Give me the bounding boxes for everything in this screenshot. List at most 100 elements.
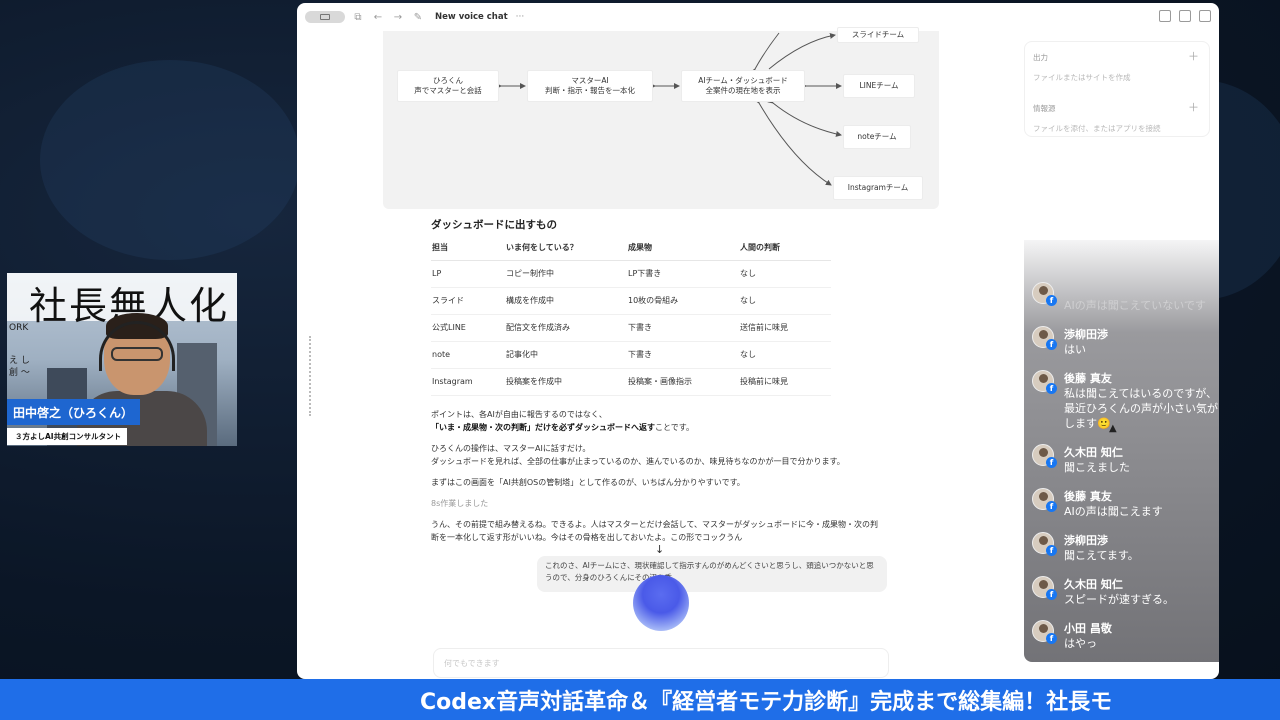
table-cell: Instagram [431, 368, 505, 396]
facebook-icon: f [1046, 589, 1057, 600]
table-header-cell: 担当 [431, 242, 505, 261]
comment-text: 聞こえてます。 [1064, 549, 1139, 562]
table-header-cell: いま何をしている？ [505, 242, 627, 261]
sidebar-toggle-button[interactable] [305, 11, 345, 23]
voice-orb-icon[interactable] [633, 575, 689, 631]
table-cell: 配信文を作成済み [505, 314, 627, 342]
webcam-small-text: ORK [9, 323, 29, 333]
mouse-cursor-icon: ▲ [1109, 423, 1117, 434]
table-cell: 下書き [627, 341, 739, 369]
scroll-indicator [309, 336, 311, 416]
node-dashboard-sub: 全案件の現在地を表示 [705, 86, 781, 95]
paragraph-reply: うん、その前提で組み替えるね。できるよ。人はマスターとだけ会話して、マスターがダ… [431, 519, 878, 542]
node-instagram: Instagramチーム [833, 176, 923, 200]
table-header-row: 担当 いま何をしている？ 成果物 人間の判断 [431, 242, 831, 261]
table-cell: LP下書き [627, 260, 739, 288]
output-label: 出力 [1033, 53, 1048, 62]
table-row: LP コピー制作中 LP下書き なし [431, 260, 831, 288]
add-output-plus-icon[interactable]: ＋ [1188, 48, 1199, 64]
window-title: New voice chat [435, 12, 508, 22]
news-ticker: Codex音声対話革命＆『経営者モテ力診断』完成まで総集編！社長モ [0, 679, 1280, 720]
paragraph-text: ポイントは、各AIが自由に報告するのではなく、 [431, 409, 607, 419]
node-hirokun-sub: 声でマスターと会話 [414, 86, 482, 95]
table-cell: 公式LINE [431, 314, 505, 342]
node-note: noteチーム [843, 125, 911, 149]
table-cell: note [431, 341, 505, 369]
source-label: 情報源 [1033, 104, 1056, 113]
table-cell: スライド [431, 287, 505, 315]
table-cell: LP [431, 260, 505, 288]
comment-author: 久木田 知仁 [1064, 446, 1123, 459]
comment-text: 聞こえました [1064, 461, 1130, 474]
node-hirokun-title: ひろくん [433, 76, 463, 85]
panel-toggle-icon[interactable] [1199, 10, 1211, 22]
scroll-down-arrow-icon[interactable]: ↓ [655, 543, 664, 556]
facebook-icon: f [1046, 633, 1057, 644]
connector-dashboard-slide-2 [768, 32, 836, 70]
back-arrow-icon[interactable]: ← [371, 10, 385, 24]
list-view-icon[interactable] [1159, 10, 1171, 22]
comment-author: 後藤 真友 [1064, 490, 1112, 503]
paragraph-text: ことです。 [655, 422, 694, 432]
paragraph-point: ポイントは、各AIが自由に報告するのではなく、 「いま・成果物・次の判断」だけを… [431, 408, 891, 434]
table-cell: なし [739, 341, 831, 369]
comment-text: AIの声は聞こえていないです [1064, 299, 1206, 312]
paragraph-summary: まずはこの画面を「AI共創OSの管制塔」として作るのが、いちばん分かりやすいです… [431, 477, 745, 487]
comment-author: 渉柳田渉 [1064, 328, 1108, 341]
node-line: LINEチーム [843, 74, 915, 98]
side-panel: 出力 ＋ ファイルまたはサイトを作成 情報源 ＋ ファイルを添付、またはアプリを… [1024, 41, 1210, 137]
add-source-plus-icon[interactable]: ＋ [1188, 99, 1199, 115]
comment-text: はやっ [1064, 637, 1097, 650]
comment-author: 小田 昌敬 [1064, 622, 1112, 635]
table-cell: 下書き [627, 314, 739, 342]
facebook-icon: f [1046, 457, 1057, 468]
table-cell: 送信前に味見 [739, 314, 831, 342]
edit-icon[interactable]: ✎ [411, 10, 425, 24]
node-dashboard-title: AIチーム・ダッシュボード [698, 76, 788, 85]
node-dashboard: AIチーム・ダッシュボード 全案件の現在地を表示 [681, 70, 805, 102]
section-heading: ダッシュボードに出すもの [431, 219, 557, 231]
connector-dashboard-instagram [753, 97, 832, 186]
node-slide: スライドチーム [837, 27, 919, 43]
webcam-small-text: え し 創 ～ [9, 356, 30, 378]
table-header-cell: 成果物 [627, 242, 739, 261]
more-options-button[interactable]: ··· [516, 12, 525, 22]
node-master-sub: 判断・指示・報告を一本化 [545, 86, 635, 95]
table-row: 公式LINE 配信文を作成済み 下書き 送信前に味見 [431, 314, 831, 342]
comment-author: 久木田 知仁 [1064, 578, 1123, 591]
facebook-icon: f [1046, 339, 1057, 350]
background-blob [40, 60, 300, 260]
table-row: note 記事化中 下書き なし [431, 341, 831, 369]
ticker-text: Codex音声対話革命＆『経営者モテ力診断』完成まで総集編！社長モ [420, 690, 1113, 715]
comment-text: スピードが速すぎる。 [1064, 593, 1174, 606]
table-cell: コピー制作中 [505, 260, 627, 288]
table-row: スライド 構成を作成中 10枚の骨組み なし [431, 287, 831, 315]
presenter-glasses [111, 347, 163, 361]
comment-text: はい [1064, 343, 1086, 356]
paragraph-bold-text: 「いま・成果物・次の判断」だけを必ずダッシュボードへ返す [431, 422, 655, 432]
message-input[interactable]: 何でもできます [433, 648, 889, 678]
dashboard-table: 担当 いま何をしている？ 成果物 人間の判断 LP コピー制作中 LP下書き な… [431, 242, 831, 396]
table-header-cell: 人間の判断 [739, 242, 831, 261]
paragraph-text: ダッシュボードを見れば、全部の仕事が止まっているのか、進んでいるのか、味見待ちな… [431, 456, 845, 466]
facebook-icon: f [1046, 295, 1057, 306]
monitor-icon[interactable] [1179, 10, 1191, 22]
sidebar-icon [320, 14, 330, 20]
node-master-title: マスターAI [571, 76, 609, 85]
live-comments-panel: f AIの声は聞こえていないです f 渉柳田渉 はい f 後藤 真友 私は聞こえ… [1024, 240, 1219, 662]
forward-arrow-icon[interactable]: → [391, 10, 405, 24]
paragraph-operation: ひろくんの操作は、マスターAIに話すだけ。 ダッシュボードを見れば、全部の仕事が… [431, 442, 891, 468]
table-cell: 10枚の骨組み [627, 287, 739, 315]
paragraph-text: ひろくんの操作は、マスターAIに話すだけ。 [431, 443, 591, 453]
node-master: マスターAI 判断・指示・報告を一本化 [527, 70, 653, 102]
comment-text: 私は聞こえてはいるのですが、最近ひろくんの声が小さい気がします🙂 [1064, 387, 1218, 430]
source-description: ファイルを添付、またはアプリを接続 [1033, 124, 1161, 133]
table-row: Instagram 投稿案を作成中 投稿案・画像指示 投稿前に味見 [431, 368, 831, 396]
work-duration-label[interactable]: 8s作業しました [431, 497, 891, 510]
table-cell: 構成を作成中 [505, 287, 627, 315]
assistant-response: ダッシュボードに出すもの 担当 いま何をしている？ 成果物 人間の判断 LP コ… [431, 217, 891, 544]
flow-diagram: ひろくん 声でマスターと会話 マスターAI 判断・指示・報告を一本化 AIチーム… [383, 27, 939, 209]
facebook-icon: f [1046, 545, 1057, 556]
new-window-icon[interactable]: ⧉ [351, 10, 365, 24]
table-cell: 投稿案・画像指示 [627, 368, 739, 396]
